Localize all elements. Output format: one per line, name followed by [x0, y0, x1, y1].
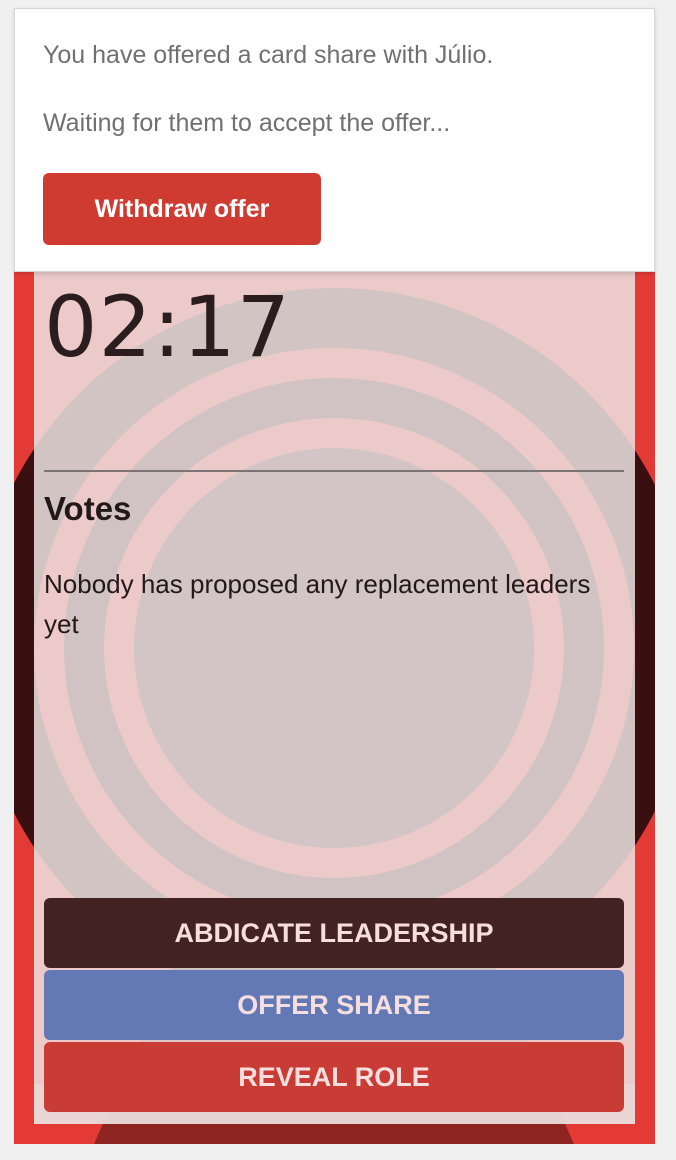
abdicate-leadership-button[interactable]: Abdicate leadership [44, 898, 624, 968]
offer-message: You have offered a card share with Júlio… [43, 41, 494, 69]
votes-status-text: Nobody has proposed any replacement lead… [44, 569, 591, 639]
share-offer-popup: You have offered a card share with Júlio… [14, 8, 655, 272]
section-divider [44, 470, 624, 472]
offer-share-button[interactable]: Offer share [44, 970, 624, 1040]
waiting-message: Waiting for them to accept the offer... [43, 109, 451, 137]
withdraw-offer-button[interactable]: Withdraw offer [43, 173, 321, 245]
votes-heading: Votes [44, 490, 132, 527]
reveal-role-button[interactable]: Reveal role [44, 1042, 624, 1112]
countdown-timer: 02:17 [44, 278, 292, 376]
